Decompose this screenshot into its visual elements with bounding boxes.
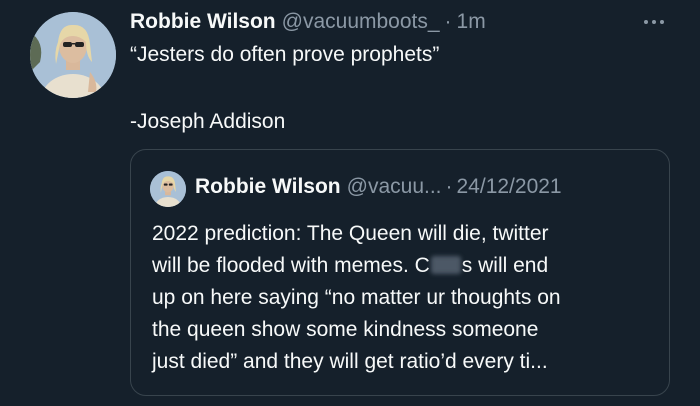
quoted-text-line: will be flooded with memes. C s will end — [152, 250, 662, 282]
quoted-text-line: the queen show some kindness someone — [152, 318, 539, 341]
quoted-text-line: 2022 prediction: The Queen will die, twi… — [152, 222, 549, 245]
quoted-text-fragment: s will end — [461, 254, 549, 277]
tweet-text-line: “Jesters do often prove prophets” — [130, 43, 440, 66]
tweet-timestamp[interactable]: 1m — [457, 10, 486, 34]
quoted-text-line: up on here saying “no matter ur thoughts… — [152, 286, 561, 309]
avatar-photo — [30, 12, 116, 98]
quoted-text-line: just died” and they will get ratio’d eve… — [152, 350, 548, 373]
quoted-avatar — [150, 171, 186, 207]
blurred-word — [430, 256, 461, 274]
author-name[interactable]: Robbie Wilson — [130, 10, 276, 34]
separator-dot: · — [445, 175, 453, 198]
quoted-author-handle: @vacuu... — [346, 175, 442, 198]
quoted-header: Robbie Wilson @vacuu... · 24/12/2021 — [195, 175, 562, 199]
tweet-header: Robbie Wilson @vacuumboots_ · 1m — [130, 10, 486, 36]
tweet[interactable]: Robbie Wilson @vacuumboots_ · 1m “Jester… — [0, 0, 700, 406]
author-handle[interactable]: @vacuumboots_ — [282, 10, 440, 34]
tweet-text-line: -Joseph Addison — [130, 110, 286, 133]
separator-dot: · — [444, 10, 452, 33]
avatar[interactable] — [30, 12, 116, 98]
more-horizontal-icon[interactable] — [638, 14, 670, 30]
quoted-avatar-photo — [150, 171, 186, 207]
quoted-text: 2022 prediction: The Queen will die, twi… — [152, 218, 662, 378]
quoted-text-fragment: will be flooded with memes. C — [152, 254, 430, 277]
quoted-date: 24/12/2021 — [456, 175, 562, 198]
quoted-author-name: Robbie Wilson — [195, 175, 341, 198]
quoted-tweet[interactable]: Robbie Wilson @vacuu... · 24/12/2021 202… — [130, 149, 670, 396]
